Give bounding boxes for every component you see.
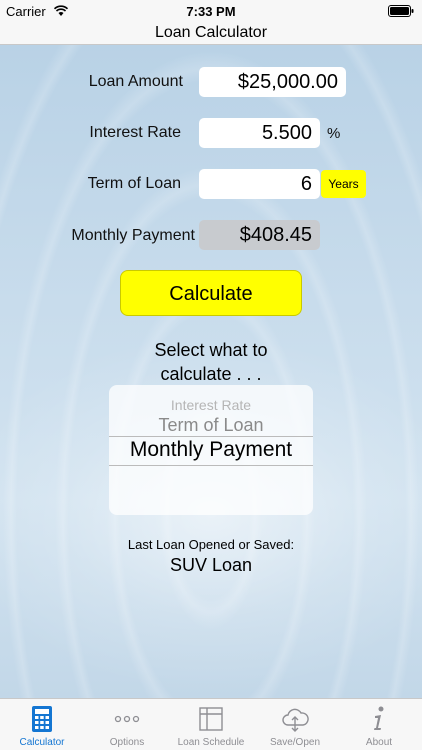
picker-option-selected[interactable]: Monthly Payment: [109, 438, 313, 462]
cloud-icon: [282, 708, 309, 732]
calculate-button[interactable]: Calculate: [120, 270, 302, 316]
picker-prompt-line1: Select what to: [154, 340, 268, 360]
term-field[interactable]: 6: [199, 169, 320, 199]
monthly-payment-result: $408.45: [199, 220, 320, 250]
percent-unit: %: [327, 125, 341, 142]
last-loan-label: Last Loan Opened or Saved:: [127, 537, 295, 552]
status-bar: Carrier 7:33 PM: [0, 0, 422, 22]
monthly-payment-label: Monthly Payment: [71, 227, 195, 244]
battery-icon: [388, 5, 414, 17]
tab-options[interactable]: Options: [85, 699, 169, 750]
loan-amount-field[interactable]: $25,000.00: [199, 67, 346, 97]
term-label: Term of Loan: [87, 175, 181, 192]
picker-divider: [109, 436, 313, 437]
table-icon: [199, 707, 223, 731]
interest-rate-field[interactable]: 5.500: [199, 118, 320, 148]
more-dots-icon: [114, 715, 140, 723]
tab-label: Loan Schedule: [177, 737, 245, 748]
last-loan-name: SUV Loan: [169, 555, 253, 575]
tab-label: Options: [109, 737, 145, 748]
interest-rate-label: Interest Rate: [89, 124, 181, 141]
calculator-icon: [32, 706, 52, 732]
tab-label: Save/Open: [269, 737, 321, 748]
status-time: 7:33 PM: [186, 4, 236, 19]
picker-option[interactable]: Term of Loan: [109, 415, 313, 436]
tab-loan-schedule[interactable]: Loan Schedule: [169, 699, 253, 750]
picker-divider: [109, 465, 313, 466]
tab-calculator[interactable]: Calculator: [0, 699, 84, 750]
calculate-target-picker[interactable]: Interest Rate Term of Loan Monthly Payme…: [109, 385, 313, 515]
tab-bar: Calculator Options Loan Schedule Save/Op…: [0, 698, 422, 750]
loan-amount-label: Loan Amount: [88, 73, 183, 90]
page-title: Loan Calculator: [0, 22, 422, 45]
picker-option[interactable]: Interest Rate: [109, 397, 313, 413]
tab-label: About: [365, 737, 393, 748]
term-unit-button[interactable]: Years: [321, 170, 366, 198]
tab-about[interactable]: About: [337, 699, 421, 750]
info-icon: [374, 706, 384, 730]
picker-prompt-line2: calculate . . .: [160, 364, 262, 384]
tab-label: Calculator: [19, 737, 65, 748]
tab-save-open[interactable]: Save/Open: [253, 699, 337, 750]
